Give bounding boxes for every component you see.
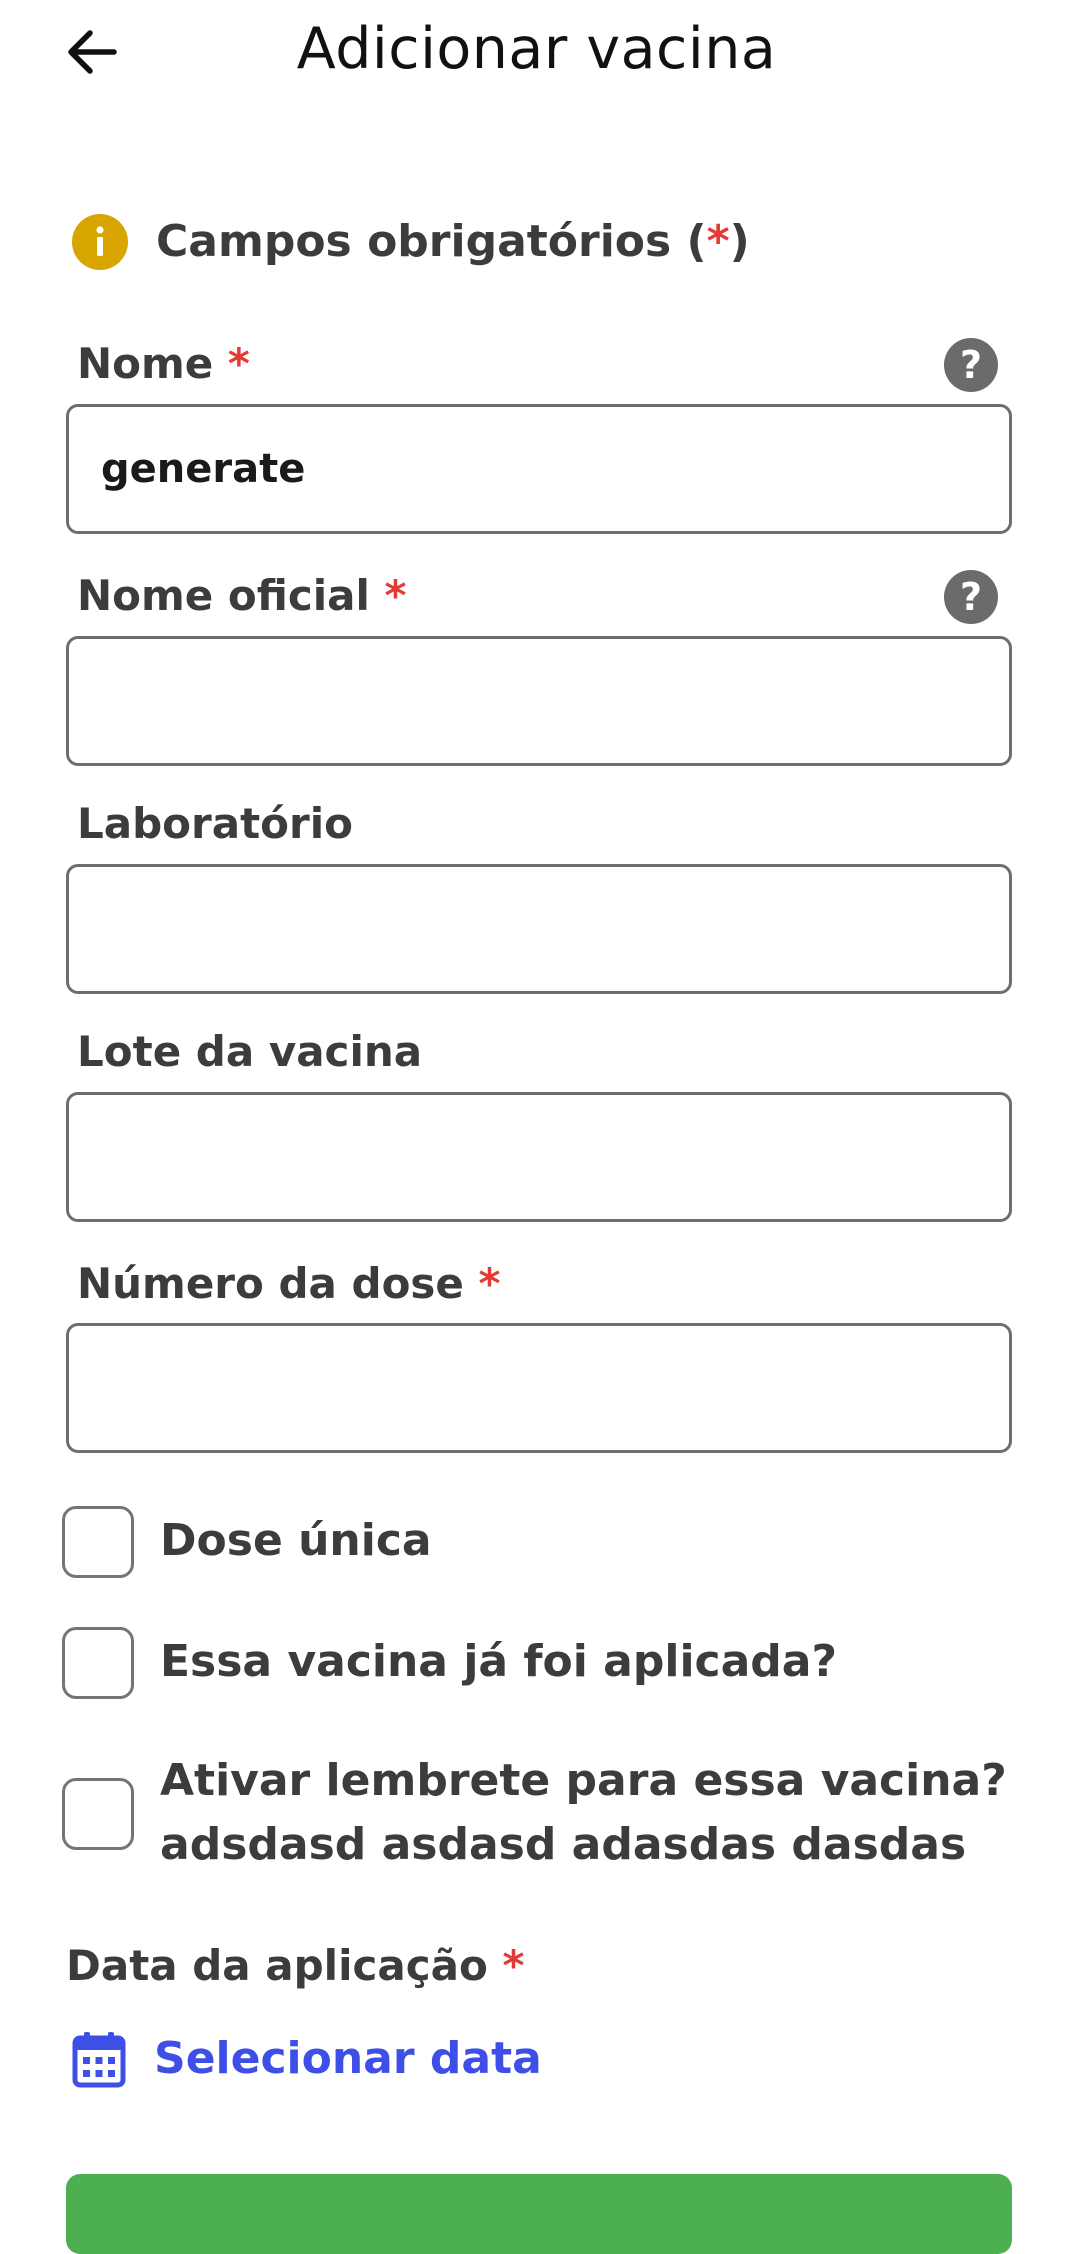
select-date-link[interactable]: Selecionar data — [154, 2028, 542, 2090]
lote-field[interactable] — [66, 1092, 1012, 1222]
nome-oficial-input[interactable] — [69, 639, 1009, 763]
numero-dose-field[interactable] — [66, 1323, 1012, 1453]
lembrete-label-line1: Ativar lembrete para essa vacina? — [160, 1755, 1007, 1806]
lote-input[interactable] — [69, 1095, 1009, 1219]
laboratorio-input[interactable] — [69, 867, 1009, 991]
lembrete-checkbox[interactable] — [62, 1778, 134, 1850]
required-fields-notice: Campos obrigatórios (*) — [156, 216, 750, 267]
page-title: Adicionar vacina — [296, 16, 777, 82]
numero-dose-label: Número da dose * — [77, 1259, 501, 1308]
dose-unica-label: Dose única — [160, 1515, 432, 1566]
nome-oficial-label: Nome oficial * — [77, 571, 407, 620]
nome-oficial-help-icon[interactable]: ? — [944, 570, 998, 624]
submit-button[interactable] — [66, 2174, 1012, 2254]
ja-aplicada-checkbox[interactable] — [62, 1627, 134, 1699]
lembrete-label-line2: adsdasd asdasd adasdas dasdas — [160, 1819, 967, 1870]
svg-text:?: ? — [960, 575, 982, 619]
nome-label: Nome * — [77, 339, 250, 388]
dose-unica-checkbox[interactable] — [62, 1506, 134, 1578]
laboratorio-label: Laboratório — [77, 799, 353, 848]
calendar-icon[interactable] — [72, 2030, 126, 2088]
svg-text:?: ? — [960, 343, 982, 387]
nome-field[interactable] — [66, 404, 1012, 534]
nome-input[interactable] — [69, 407, 1009, 531]
nome-help-icon[interactable]: ? — [944, 338, 998, 392]
laboratorio-field[interactable] — [66, 864, 1012, 994]
data-aplicacao-label: Data da aplicação * — [66, 1941, 525, 1990]
info-icon — [72, 214, 128, 270]
numero-dose-input[interactable] — [69, 1326, 1009, 1450]
lote-label: Lote da vacina — [77, 1027, 423, 1076]
nome-oficial-field[interactable] — [66, 636, 1012, 766]
ja-aplicada-label: Essa vacina já foi aplicada? — [160, 1636, 838, 1687]
